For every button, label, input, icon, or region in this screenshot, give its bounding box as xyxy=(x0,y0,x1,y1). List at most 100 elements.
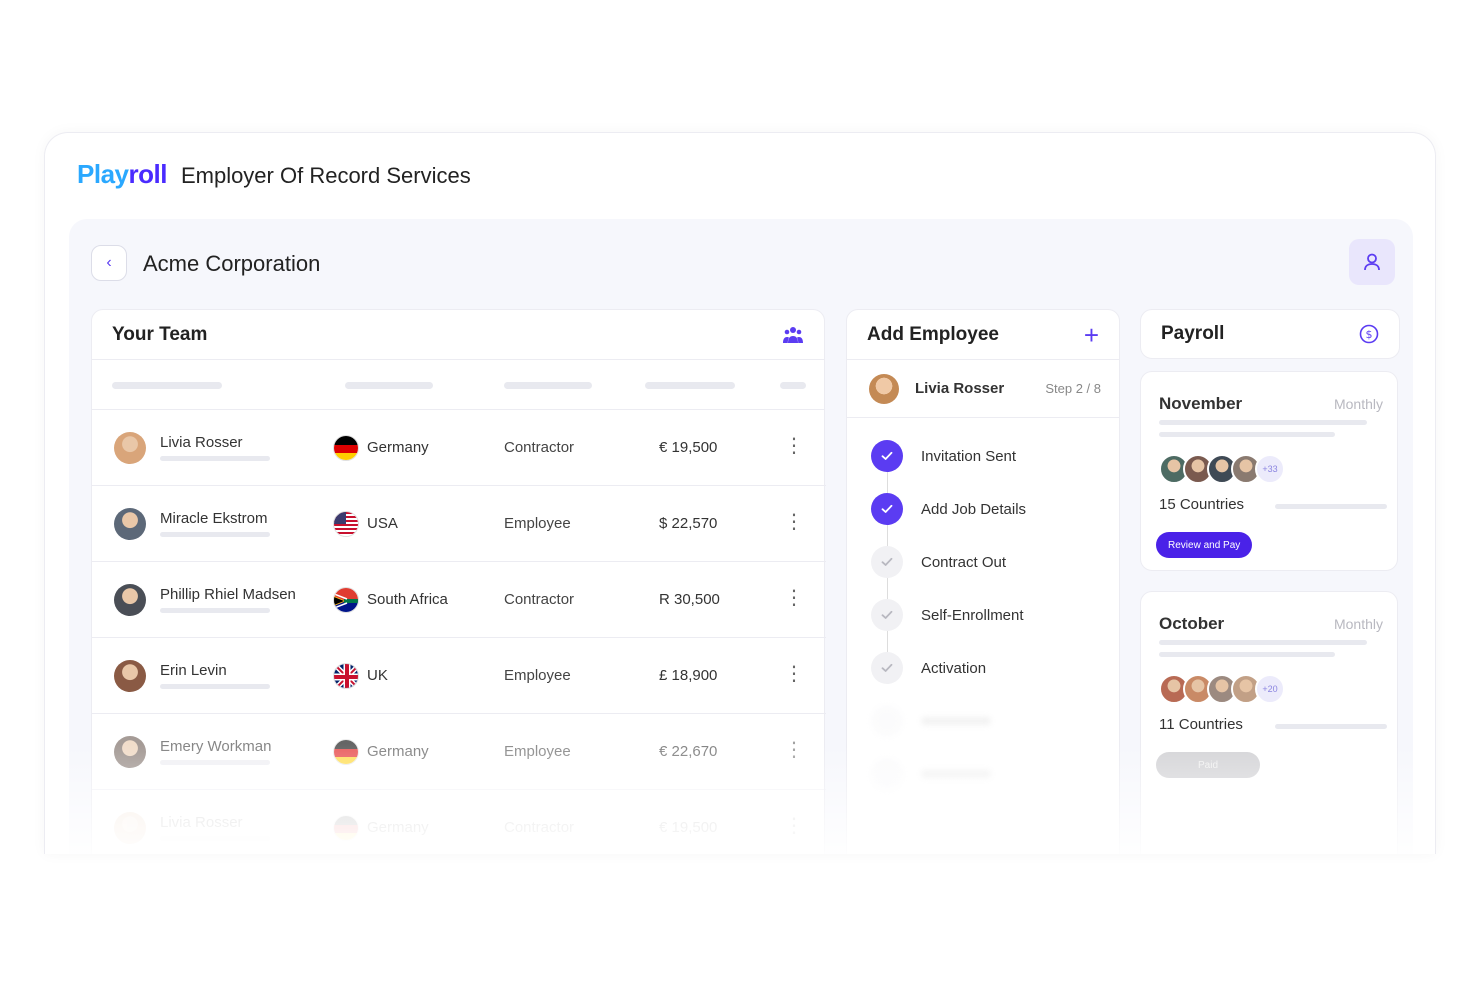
step-item-hidden xyxy=(871,705,991,737)
more-vertical-icon[interactable]: ⋮ xyxy=(784,662,804,686)
add-employee-card: Add Employee + Livia Rosser Step 2 / 8 I… xyxy=(846,309,1120,854)
playroll-logo: Playroll xyxy=(77,159,167,190)
more-count-badge: +33 xyxy=(1255,454,1285,484)
table-row[interactable]: Livia Rosser Germany Contractor € 19,500 ⋮ xyxy=(92,410,826,486)
country: South Africa xyxy=(367,591,448,608)
table-row[interactable]: Miracle Ekstrom USA Employee $ 22,570 ⋮ xyxy=(92,486,826,562)
table-row[interactable]: Emery Workman Germany Employee € 22,670 ⋮ xyxy=(92,714,826,790)
add-employee-header: Add Employee + xyxy=(847,310,1119,360)
chevron-left-icon: ‹ xyxy=(106,254,112,271)
country: USA xyxy=(367,515,398,532)
header-placeholder xyxy=(780,382,806,389)
employment-type: Employee xyxy=(504,667,571,684)
check-icon xyxy=(871,546,903,578)
employee-name: Phillip Rhiel Madsen xyxy=(160,586,296,603)
step-item-hidden xyxy=(871,758,991,790)
salary: $ 22,570 xyxy=(659,515,718,532)
header-placeholder xyxy=(645,382,735,389)
summary-placeholder xyxy=(1159,420,1367,425)
summary-placeholder xyxy=(1159,652,1335,657)
avatar xyxy=(114,508,146,540)
payroll-title: Payroll xyxy=(1161,323,1225,344)
table-row[interactable]: Livia Rosser Germany Contractor € 19,500 ⋮ xyxy=(92,790,826,854)
country: UK xyxy=(367,667,388,684)
table-row[interactable]: Erin Levin UK Employee £ 18,900 ⋮ xyxy=(92,638,826,714)
avatar xyxy=(114,432,146,464)
employment-type: Contractor xyxy=(504,439,575,456)
brand-header: Playroll Employer Of Record Services xyxy=(77,159,471,190)
salary: R 30,500 xyxy=(659,591,720,608)
flag-de-icon xyxy=(333,435,359,461)
countries-placeholder xyxy=(1275,724,1387,729)
flag-de-icon xyxy=(333,739,359,765)
step-dot-hidden xyxy=(871,758,903,790)
avatar xyxy=(114,584,146,616)
header-placeholder xyxy=(345,382,433,389)
add-employee-title: Add Employee xyxy=(867,323,999,345)
flag-de-icon xyxy=(333,815,359,841)
step-connector xyxy=(887,578,888,599)
avatar-group: +20 xyxy=(1159,674,1285,704)
avatar-group: +33 xyxy=(1159,454,1285,484)
more-vertical-icon[interactable]: ⋮ xyxy=(784,738,804,762)
step-dot-hidden xyxy=(871,705,903,737)
step-label: Activation xyxy=(921,659,987,677)
countries-placeholder xyxy=(1275,504,1387,509)
employee-name: Livia Rosser xyxy=(160,434,243,451)
payroll-header: Payroll $ xyxy=(1140,309,1400,359)
more-vertical-icon[interactable]: ⋮ xyxy=(784,434,804,458)
payroll-month-card: November Monthly +33 15 Countries Review and… xyxy=(1140,371,1398,571)
employment-type: Contractor xyxy=(504,819,575,836)
employee-summary[interactable]: Livia Rosser Step 2 / 8 xyxy=(847,360,1119,418)
step-label-hidden xyxy=(921,770,991,778)
salary: € 19,500 xyxy=(659,439,718,456)
team-header: Your Team xyxy=(92,310,824,360)
step-item[interactable]: Self-Enrollment xyxy=(871,599,1024,631)
step-connector xyxy=(887,525,888,546)
name-placeholder xyxy=(160,532,270,537)
more-vertical-icon[interactable]: ⋮ xyxy=(784,814,804,838)
check-icon xyxy=(871,652,903,684)
more-vertical-icon[interactable]: ⋮ xyxy=(784,510,804,534)
name-placeholder xyxy=(160,760,270,765)
employee-name: Livia Rosser xyxy=(160,814,243,831)
step-label: Invitation Sent xyxy=(921,447,1017,465)
review-and-pay-button[interactable]: Review and Pay xyxy=(1156,532,1253,558)
name-placeholder xyxy=(160,608,270,613)
step-item[interactable]: Contract Out xyxy=(871,546,1006,578)
avatar xyxy=(114,812,146,844)
more-vertical-icon[interactable]: ⋮ xyxy=(784,586,804,610)
dollar-circle-icon[interactable]: $ xyxy=(1359,324,1379,344)
plus-icon[interactable]: + xyxy=(1084,322,1099,348)
flag-za-icon xyxy=(333,587,359,613)
employment-type: Contractor xyxy=(504,591,575,608)
step-label: Add Job Details xyxy=(921,500,1027,518)
team-icon[interactable] xyxy=(782,326,804,344)
name-placeholder xyxy=(160,836,270,841)
name-placeholder xyxy=(160,456,270,461)
step-connector xyxy=(887,631,888,652)
check-icon xyxy=(871,493,903,525)
logo-part-1: Play xyxy=(77,159,129,189)
step-label: Contract Out xyxy=(921,553,1007,571)
svg-text:$: $ xyxy=(1366,328,1373,341)
company-name: Acme Corporation xyxy=(143,251,321,276)
employee-name: Livia Rosser xyxy=(915,380,1005,397)
country: Germany xyxy=(367,819,429,836)
paid-button[interactable]: Paid xyxy=(1156,752,1260,778)
employee-name: Emery Workman xyxy=(160,738,272,755)
step-indicator: Step 2 / 8 xyxy=(1045,381,1101,396)
employment-type: Employee xyxy=(504,515,571,532)
summary-placeholder xyxy=(1159,640,1367,645)
user-button[interactable] xyxy=(1349,239,1395,285)
check-icon xyxy=(871,440,903,472)
app-window: Playroll Employer Of Record Services ‹ A… xyxy=(44,132,1436,854)
step-item[interactable]: Activation xyxy=(871,652,986,684)
period-label: Monthly xyxy=(1333,616,1383,632)
countries-count: 11 Countries xyxy=(1159,716,1243,733)
step-item[interactable]: Add Job Details xyxy=(871,493,1026,525)
country: Germany xyxy=(367,439,429,456)
table-row[interactable]: Phillip Rhiel Madsen South Africa Contract… xyxy=(92,562,826,638)
step-item[interactable]: Invitation Sent xyxy=(871,440,1016,472)
back-button[interactable]: ‹ xyxy=(91,245,127,281)
